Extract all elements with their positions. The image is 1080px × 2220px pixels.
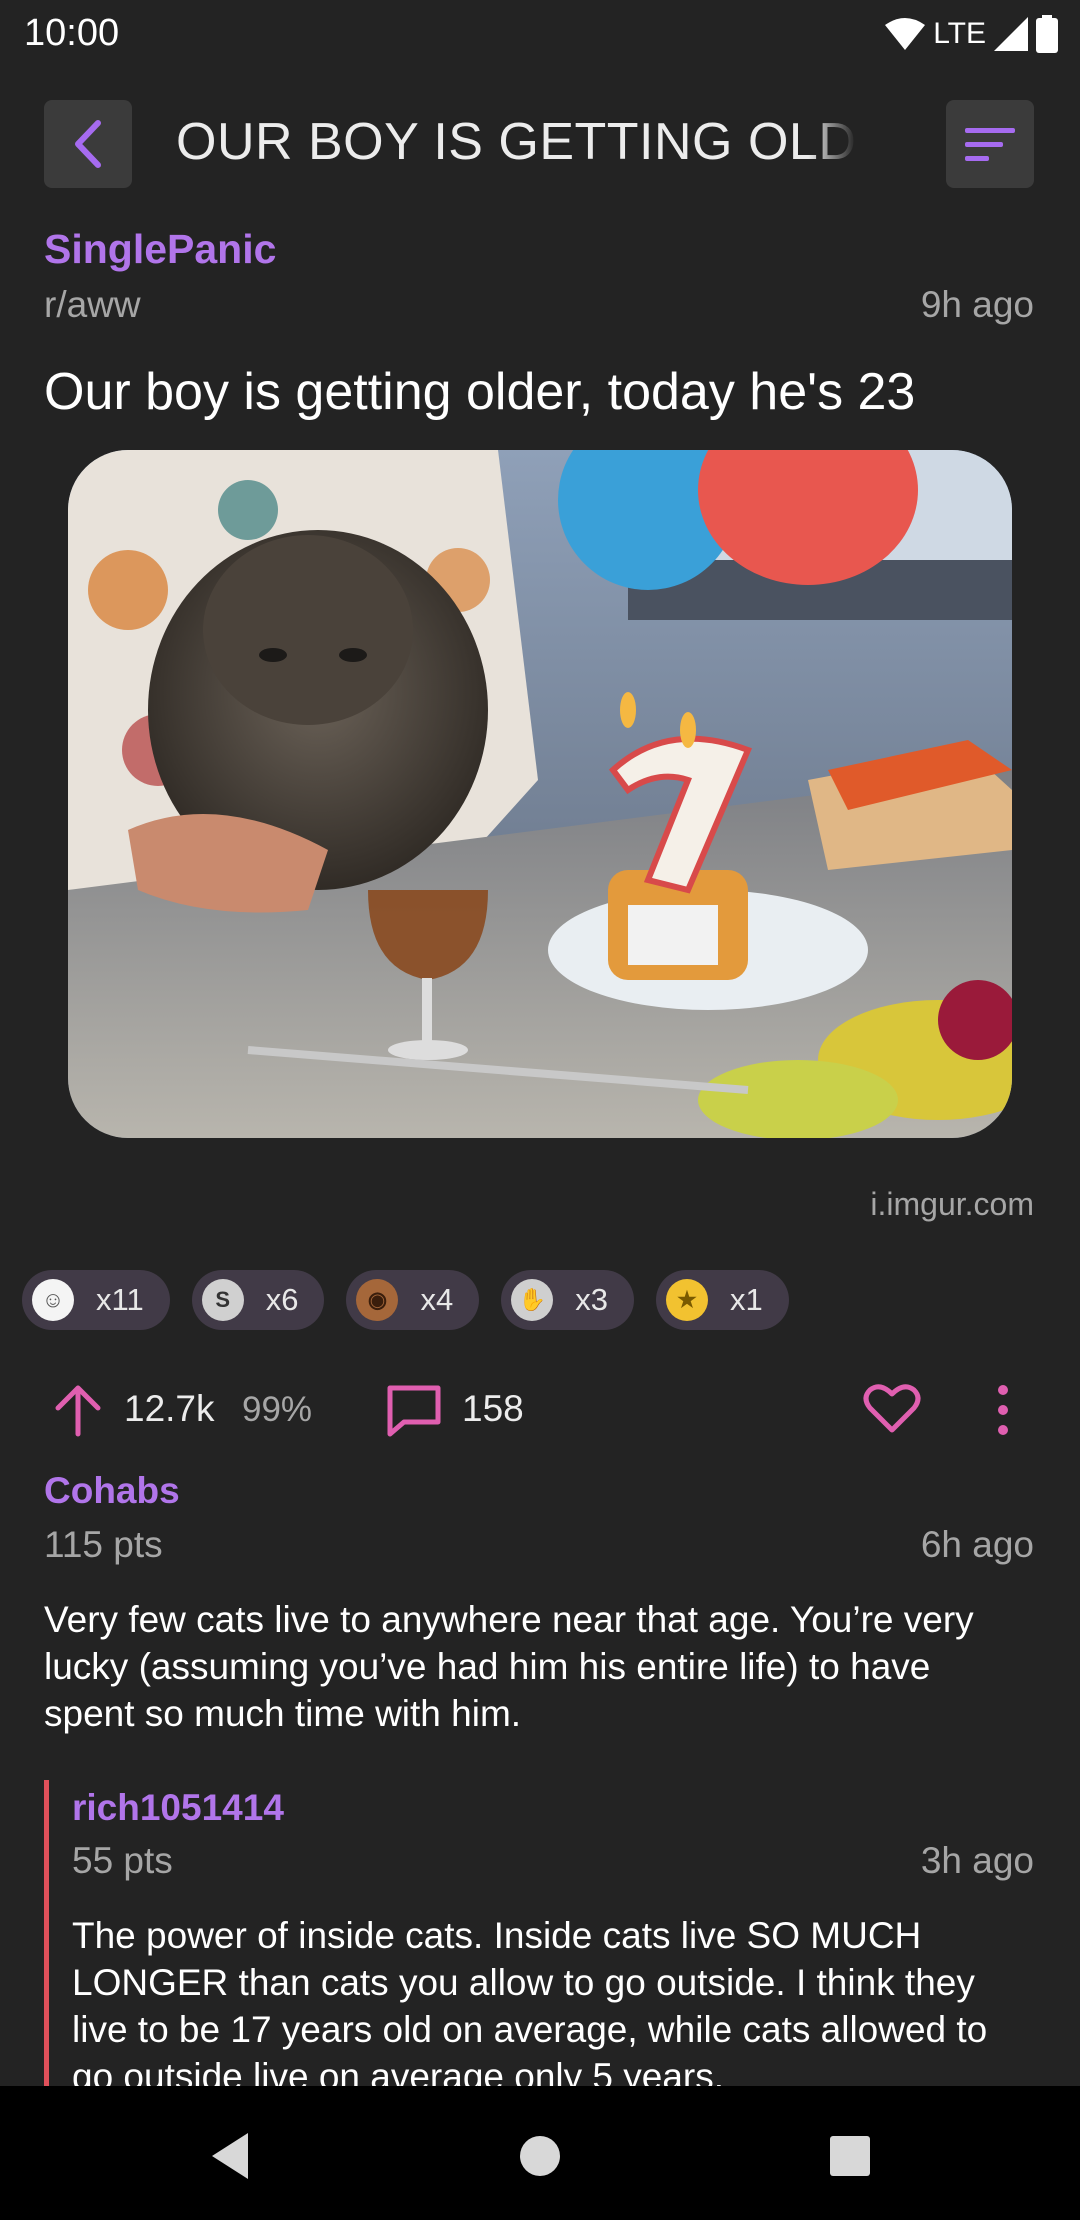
heart-icon[interactable] [862,1380,922,1436]
star-icon: ★ [665,1279,708,1321]
comment-body: Very few cats live to anywhere near that… [44,1599,974,1734]
comment-count: 158 [462,1388,524,1429]
post-domain[interactable]: i.imgur.com [870,1186,1034,1223]
award-chip[interactable]: ◉ x4 [346,1270,480,1330]
comment-author[interactable]: rich1051414 [72,1787,284,1829]
hands-icon: ✋ [511,1279,554,1321]
wifi-icon [885,18,926,50]
triangle-back-icon [212,2133,248,2179]
nav-home-button[interactable] [510,2126,570,2186]
nav-recents-button[interactable] [820,2126,880,2186]
wholesome-icon: ☺ [32,1279,74,1321]
award-chip[interactable]: ☺ x11 [22,1270,170,1330]
status-time: 10:00 [24,12,120,54]
awards-row: ☺ x11 S x6 ◉ x4 ✋ x3 ★ x1 [22,1270,789,1330]
status-bar: 10:00 LTE [0,0,1080,66]
back-button[interactable] [44,100,132,188]
comment-points: 55 pts [72,1840,173,1881]
network-label: LTE [933,17,986,50]
silver-coin-icon: S [201,1279,244,1321]
page-title: OUR BOY IS GETTING OLDER, TODAY HE'S 23 [176,113,856,171]
post-image[interactable] [68,450,1012,1138]
bear-icon: ◉ [356,1279,399,1321]
sort-button[interactable] [946,100,1034,188]
cat-birthday-photo [68,450,1012,1138]
reply-indent-bar [44,1780,49,2090]
upvote-icon[interactable] [52,1382,104,1438]
post-title: Our boy is getting older, today he's 23 [44,363,916,421]
award-count: x1 [729,1282,763,1317]
comment-time: 3h ago [920,1840,1034,1881]
chevron-left-icon [75,120,101,168]
post-score: 12.7k [124,1388,215,1429]
post-actions: 12.7k 99% 158 [0,1370,1080,1450]
app-header: OUR BOY IS GETTING OLDER, TODAY HE'S 23 [0,66,1080,226]
cell-signal-icon [994,17,1028,51]
circle-home-icon [520,2136,560,2176]
comment-points: 115 pts [44,1524,163,1565]
post-time: 9h ago [920,284,1034,325]
system-nav-bar [0,2086,1080,2220]
award-chip[interactable]: ✋ x3 [501,1270,634,1330]
post-author[interactable]: SinglePanic [44,226,276,273]
award-chip[interactable]: ★ x1 [655,1270,789,1330]
comment-icon[interactable] [384,1382,444,1438]
sort-icon [965,128,1015,161]
award-count: x11 [96,1282,144,1317]
battery-icon [1036,15,1058,53]
square-recents-icon [830,2136,870,2176]
award-count: x3 [575,1282,608,1317]
award-chip[interactable]: S x6 [191,1270,325,1330]
comment-body: The power of inside cats. Inside cats li… [72,1915,988,2086]
comment-author[interactable]: Cohabs [44,1470,180,1512]
comment-time: 6h ago [920,1524,1034,1565]
award-count: x6 [265,1282,299,1317]
nav-back-button[interactable] [200,2126,260,2186]
more-options-icon[interactable] [988,1380,1018,1440]
award-count: x4 [420,1282,454,1317]
post-subreddit[interactable]: r/aww [44,284,141,326]
upvote-ratio: 99% [242,1390,313,1429]
